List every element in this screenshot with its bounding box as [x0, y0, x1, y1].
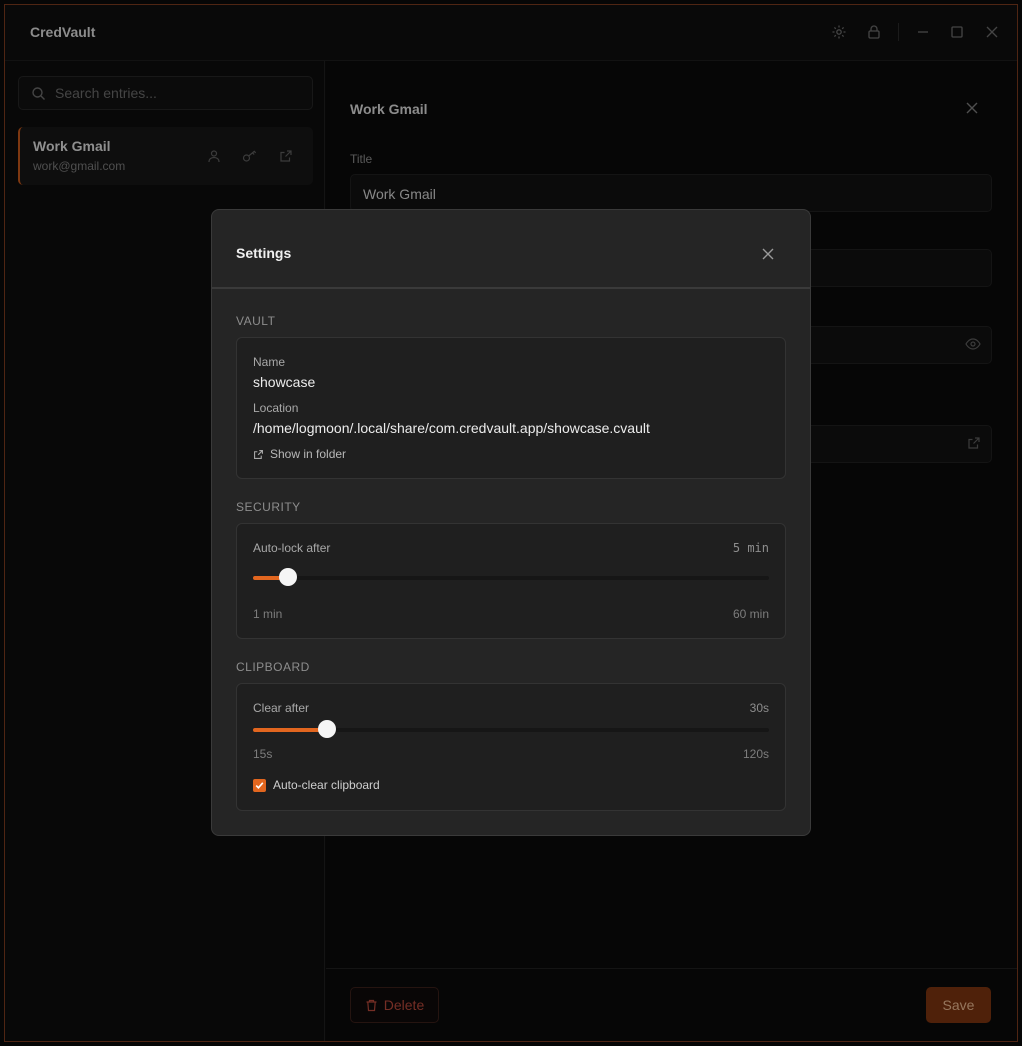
show-in-folder-label: Show in folder [270, 447, 347, 461]
autolock-min-label: 1 min [253, 607, 283, 621]
clear-after-slider-thumb[interactable] [317, 720, 336, 738]
show-in-folder-link[interactable]: Show in folder [253, 447, 346, 461]
clipboard-card: Clear after 30s 15s 120s Auto-clear clip… [236, 683, 786, 811]
clear-after-slider[interactable] [253, 720, 769, 738]
vault-name-label: Name [253, 355, 286, 369]
checkmark-icon [255, 781, 264, 789]
auto-clear-checkbox[interactable] [253, 778, 266, 792]
clear-after-value: 30s [749, 701, 769, 715]
clear-max-label: 120s [742, 747, 769, 761]
vault-name: showcase [253, 374, 316, 390]
security-section-label: SECURITY [236, 500, 301, 514]
autolock-value: 5 min [732, 541, 769, 555]
auto-clear-option[interactable]: Auto-clear clipboard [253, 778, 380, 792]
vault-location: /home/logmoon/.local/share/com.credvault… [253, 420, 650, 436]
autolock-max-label: 60 min [732, 607, 769, 621]
autolock-label: Auto-lock after [253, 541, 331, 555]
clear-after-slider-fill [253, 728, 327, 732]
external-link-icon [254, 449, 263, 459]
settings-dialog: Settings VAULT Name showcase Location /h… [211, 209, 811, 836]
settings-title: Settings [236, 245, 292, 261]
vault-card: Name showcase Location /home/logmoon/.lo… [236, 337, 786, 479]
vault-section-label: VAULT [236, 314, 276, 328]
vault-location-label: Location [253, 401, 299, 415]
clear-after-label: Clear after [253, 701, 310, 715]
autolock-slider[interactable] [253, 568, 769, 586]
clipboard-section-label: CLIPBOARD [236, 660, 310, 674]
autolock-slider-thumb[interactable] [278, 568, 297, 586]
auto-clear-label: Auto-clear clipboard [273, 778, 380, 792]
settings-header: Settings [212, 210, 810, 289]
security-card: Auto-lock after 5 min 1 min 60 min [236, 523, 786, 639]
clear-min-label: 15s [253, 747, 273, 761]
settings-close-icon[interactable] [759, 245, 777, 263]
